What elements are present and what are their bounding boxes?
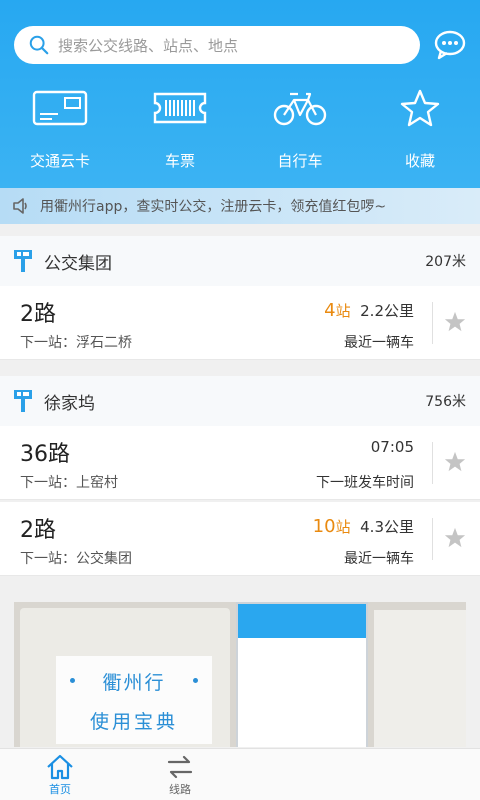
tab-routes-label: 线路 (169, 783, 191, 796)
speaker-icon (13, 198, 27, 214)
bus-stop-icon (14, 390, 32, 412)
station-header[interactable]: 公交集团 207米 (0, 236, 480, 286)
route-next-stop: 下一站：公交集团 (20, 551, 132, 567)
banner-caption: 衢州行 使用宝典 (56, 656, 212, 744)
route-stops-unit: 站 (335, 302, 351, 320)
quick-card-button[interactable]: 交通云卡 (0, 88, 120, 178)
banner-dot (70, 678, 75, 683)
favorite-star-icon[interactable] (444, 527, 466, 549)
quick-ticket-button[interactable]: 车票 (120, 88, 240, 178)
notice-text: 用衢州行app，查实时公交，注册云卡，领充值红包啰~ (40, 199, 387, 215)
banner-phone-image (236, 602, 368, 747)
card-icon (32, 90, 88, 126)
quick-favorites-label: 收藏 (404, 152, 435, 170)
quick-actions: 交通云卡 车票 自行车 收藏 (0, 88, 480, 178)
message-icon[interactable] (434, 30, 466, 60)
route-stops-unit: 站 (335, 518, 351, 536)
quick-favorites-button[interactable]: 收藏 (360, 88, 480, 178)
route-stops-count: 10 (312, 516, 336, 537)
divider (432, 518, 433, 560)
route-arrival-info: 4站 2.2公里 (324, 300, 414, 321)
route-departure-time: 07:05 (370, 438, 414, 456)
tab-home[interactable]: 首页 (0, 749, 120, 800)
bottom-tab-bar: 首页 线路 (0, 748, 480, 800)
tab-home-label: 首页 (49, 783, 71, 796)
station-name: 徐家坞 (44, 393, 95, 414)
route-status: 最近一辆车 (344, 551, 414, 567)
route-row[interactable]: 36路 下一站：上窑村 07:05 下一班发车时间 (0, 426, 480, 500)
search-input[interactable]: 搜索公交线路、站点、地点 (58, 35, 238, 56)
tab-routes[interactable]: 线路 (120, 749, 240, 800)
route-line: 2路 (20, 518, 56, 543)
banner-notebook-image (374, 610, 466, 747)
station-distance: 207米 (425, 254, 466, 270)
quick-bicycle-button[interactable]: 自行车 (240, 88, 360, 178)
station-name: 公交集团 (44, 253, 112, 274)
route-next-stop: 下一站：浮石二桥 (20, 335, 132, 351)
route-row[interactable]: 2路 下一站：浮石二桥 4站 2.2公里 最近一辆车 (0, 286, 480, 360)
divider (432, 302, 433, 344)
station-header[interactable]: 徐家坞 756米 (0, 376, 480, 426)
route-distance: 2.2公里 (360, 302, 414, 320)
quick-card-label: 交通云卡 (29, 152, 90, 170)
route-status: 下一班发车时间 (316, 475, 414, 491)
promo-banner[interactable]: 衢州行 使用宝典 (14, 602, 466, 747)
station-distance: 756米 (425, 394, 466, 410)
search-icon (29, 35, 49, 55)
route-line: 36路 (20, 442, 70, 467)
route-distance: 4.3公里 (360, 518, 414, 536)
search-bar[interactable]: 搜索公交线路、站点、地点 (14, 26, 420, 64)
route-arrival-info: 10站 4.3公里 (313, 516, 414, 537)
star-icon (400, 89, 440, 127)
favorite-star-icon[interactable] (444, 451, 466, 473)
quick-ticket-label: 车票 (164, 152, 195, 170)
home-icon (47, 754, 73, 780)
notice-bar[interactable]: 用衢州行app，查实时公交，注册云卡，领充值红包啰~ (0, 188, 480, 224)
route-stops-count: 4 (324, 300, 336, 321)
header: 搜索公交线路、站点、地点 交通云卡 车票 自行车 收藏 (0, 0, 480, 188)
route-row[interactable]: 2路 下一站：公交集团 10站 4.3公里 最近一辆车 (0, 502, 480, 576)
bicycle-icon (273, 92, 327, 126)
banner-title: 衢州行 (102, 672, 166, 694)
favorite-star-icon[interactable] (444, 311, 466, 333)
quick-bicycle-label: 自行车 (277, 152, 323, 170)
routes-icon (167, 755, 193, 779)
banner-subtitle: 使用宝典 (89, 711, 178, 733)
divider (432, 442, 433, 484)
route-status: 最近一辆车 (344, 335, 414, 351)
route-line: 2路 (20, 302, 56, 327)
ticket-icon (153, 92, 207, 124)
banner-dot (193, 678, 198, 683)
route-next-stop: 下一站：上窑村 (20, 475, 118, 491)
bus-stop-icon (14, 250, 32, 272)
